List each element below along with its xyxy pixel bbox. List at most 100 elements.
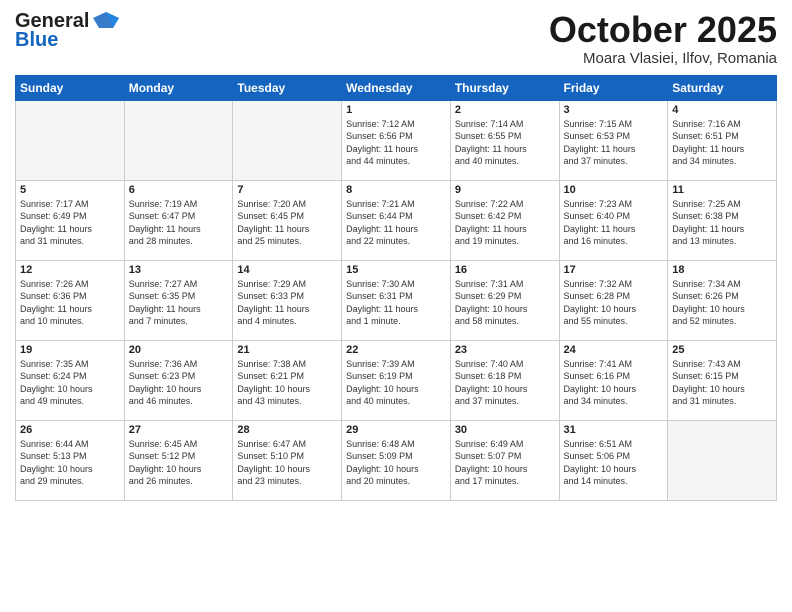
day-number: 13 <box>129 264 229 276</box>
day-info: Sunrise: 6:47 AM Sunset: 5:10 PM Dayligh… <box>237 438 337 488</box>
header-saturday: Saturday <box>668 75 777 100</box>
day-info: Sunrise: 7:16 AM Sunset: 6:51 PM Dayligh… <box>672 118 772 168</box>
day-number: 4 <box>672 104 772 116</box>
day-number: 23 <box>455 344 555 356</box>
day-info: Sunrise: 6:45 AM Sunset: 5:12 PM Dayligh… <box>129 438 229 488</box>
day-info: Sunrise: 7:35 AM Sunset: 6:24 PM Dayligh… <box>20 358 120 408</box>
day-number: 29 <box>346 424 446 436</box>
calendar-cell <box>233 100 342 180</box>
calendar-cell: 30Sunrise: 6:49 AM Sunset: 5:07 PM Dayli… <box>450 420 559 500</box>
day-number: 3 <box>564 104 664 116</box>
calendar-cell: 11 Sunrise: 7:25 AM Sunset: 6:38 PM Dayli… <box>668 180 777 260</box>
day-info: Sunrise: 7:34 AM Sunset: 6:26 PM Dayligh… <box>672 278 772 328</box>
calendar-cell: 22 Sunrise: 7:39 AM Sunset: 6:19 PM Dayli… <box>342 340 451 420</box>
logo-icon <box>91 10 121 32</box>
day-number: 8 <box>346 184 446 196</box>
day-info: Sunrise: 7:40 AM Sunset: 6:18 PM Dayligh… <box>455 358 555 408</box>
day-number: 25 <box>672 344 772 356</box>
day-info: Sunrise: 7:32 AM Sunset: 6:28 PM Dayligh… <box>564 278 664 328</box>
calendar-cell <box>16 100 125 180</box>
calendar-cell: 6 Sunrise: 7:19 AM Sunset: 6:47 PM Daylig… <box>124 180 233 260</box>
day-number: 31 <box>564 424 664 436</box>
calendar-cell: 10Sunrise: 7:23 AM Sunset: 6:40 PM Dayli… <box>559 180 668 260</box>
day-info: Sunrise: 7:41 AM Sunset: 6:16 PM Dayligh… <box>564 358 664 408</box>
day-info: Sunrise: 6:51 AM Sunset: 5:06 PM Dayligh… <box>564 438 664 488</box>
day-number: 1 <box>346 104 446 116</box>
month-title: October 2025 <box>549 10 777 50</box>
day-number: 12 <box>20 264 120 276</box>
week-row-4: 26 Sunrise: 6:44 AM Sunset: 5:13 PM Dayli… <box>16 420 777 500</box>
day-number: 17 <box>564 264 664 276</box>
day-number: 9 <box>455 184 555 196</box>
week-row-0: 1 Sunrise: 7:12 AM Sunset: 6:56 PM Daylig… <box>16 100 777 180</box>
day-number: 14 <box>237 264 337 276</box>
header-tuesday: Tuesday <box>233 75 342 100</box>
day-number: 18 <box>672 264 772 276</box>
calendar-cell: 26 Sunrise: 6:44 AM Sunset: 5:13 PM Dayli… <box>16 420 125 500</box>
calendar-cell: 8Sunrise: 7:21 AM Sunset: 6:44 PM Daylig… <box>342 180 451 260</box>
calendar-cell: 31 Sunrise: 6:51 AM Sunset: 5:06 PM Dayli… <box>559 420 668 500</box>
week-row-3: 19 Sunrise: 7:35 AM Sunset: 6:24 PM Dayli… <box>16 340 777 420</box>
calendar-cell: 15Sunrise: 7:30 AM Sunset: 6:31 PM Dayli… <box>342 260 451 340</box>
day-info: Sunrise: 7:20 AM Sunset: 6:45 PM Dayligh… <box>237 198 337 248</box>
calendar-cell: 21Sunrise: 7:38 AM Sunset: 6:21 PM Dayli… <box>233 340 342 420</box>
calendar-cell: 7 Sunrise: 7:20 AM Sunset: 6:45 PM Daylig… <box>233 180 342 260</box>
day-number: 11 <box>672 184 772 196</box>
day-info: Sunrise: 7:36 AM Sunset: 6:23 PM Dayligh… <box>129 358 229 408</box>
day-info: Sunrise: 7:43 AM Sunset: 6:15 PM Dayligh… <box>672 358 772 408</box>
day-number: 22 <box>346 344 446 356</box>
day-info: Sunrise: 7:19 AM Sunset: 6:47 PM Dayligh… <box>129 198 229 248</box>
day-number: 6 <box>129 184 229 196</box>
calendar-cell <box>668 420 777 500</box>
logo-blue: Blue <box>15 30 58 50</box>
day-number: 26 <box>20 424 120 436</box>
calendar-cell: 28 Sunrise: 6:47 AM Sunset: 5:10 PM Dayli… <box>233 420 342 500</box>
day-info: Sunrise: 7:26 AM Sunset: 6:36 PM Dayligh… <box>20 278 120 328</box>
calendar-cell: 29 Sunrise: 6:48 AM Sunset: 5:09 PM Dayli… <box>342 420 451 500</box>
day-number: 7 <box>237 184 337 196</box>
day-number: 28 <box>237 424 337 436</box>
day-info: Sunrise: 7:14 AM Sunset: 6:55 PM Dayligh… <box>455 118 555 168</box>
day-number: 21 <box>237 344 337 356</box>
day-info: Sunrise: 7:17 AM Sunset: 6:49 PM Dayligh… <box>20 198 120 248</box>
day-number: 15 <box>346 264 446 276</box>
day-info: Sunrise: 7:25 AM Sunset: 6:38 PM Dayligh… <box>672 198 772 248</box>
day-info: Sunrise: 7:15 AM Sunset: 6:53 PM Dayligh… <box>564 118 664 168</box>
day-info: Sunrise: 7:27 AM Sunset: 6:35 PM Dayligh… <box>129 278 229 328</box>
day-info: Sunrise: 6:48 AM Sunset: 5:09 PM Dayligh… <box>346 438 446 488</box>
calendar-cell: 18 Sunrise: 7:34 AM Sunset: 6:26 PM Dayli… <box>668 260 777 340</box>
day-number: 16 <box>455 264 555 276</box>
day-info: Sunrise: 7:31 AM Sunset: 6:29 PM Dayligh… <box>455 278 555 328</box>
header: General Blue October 2025 Moara Vlasiei,… <box>15 10 777 67</box>
calendar-cell: 9 Sunrise: 7:22 AM Sunset: 6:42 PM Daylig… <box>450 180 559 260</box>
calendar-cell: 13 Sunrise: 7:27 AM Sunset: 6:35 PM Dayli… <box>124 260 233 340</box>
day-number: 30 <box>455 424 555 436</box>
calendar-cell: 17 Sunrise: 7:32 AM Sunset: 6:28 PM Dayli… <box>559 260 668 340</box>
day-number: 19 <box>20 344 120 356</box>
header-friday: Friday <box>559 75 668 100</box>
calendar-cell: 3 Sunrise: 7:15 AM Sunset: 6:53 PM Daylig… <box>559 100 668 180</box>
calendar-cell: 2Sunrise: 7:14 AM Sunset: 6:55 PM Daylig… <box>450 100 559 180</box>
day-info: Sunrise: 7:12 AM Sunset: 6:56 PM Dayligh… <box>346 118 446 168</box>
day-number: 24 <box>564 344 664 356</box>
header-wednesday: Wednesday <box>342 75 451 100</box>
calendar-cell: 24 Sunrise: 7:41 AM Sunset: 6:16 PM Dayli… <box>559 340 668 420</box>
logo: General Blue <box>15 10 121 50</box>
day-info: Sunrise: 7:23 AM Sunset: 6:40 PM Dayligh… <box>564 198 664 248</box>
calendar-cell: 27 Sunrise: 6:45 AM Sunset: 5:12 PM Dayli… <box>124 420 233 500</box>
location: Moara Vlasiei, Ilfov, Romania <box>549 50 777 67</box>
day-info: Sunrise: 7:22 AM Sunset: 6:42 PM Dayligh… <box>455 198 555 248</box>
calendar-cell: 5Sunrise: 7:17 AM Sunset: 6:49 PM Daylig… <box>16 180 125 260</box>
day-info: Sunrise: 6:44 AM Sunset: 5:13 PM Dayligh… <box>20 438 120 488</box>
day-info: Sunrise: 7:39 AM Sunset: 6:19 PM Dayligh… <box>346 358 446 408</box>
week-row-1: 5Sunrise: 7:17 AM Sunset: 6:49 PM Daylig… <box>16 180 777 260</box>
week-row-2: 12 Sunrise: 7:26 AM Sunset: 6:36 PM Dayli… <box>16 260 777 340</box>
weekday-header-row: Sunday Monday Tuesday Wednesday Thursday… <box>16 75 777 100</box>
day-number: 27 <box>129 424 229 436</box>
calendar-cell: 1 Sunrise: 7:12 AM Sunset: 6:56 PM Daylig… <box>342 100 451 180</box>
calendar-cell: 14Sunrise: 7:29 AM Sunset: 6:33 PM Dayli… <box>233 260 342 340</box>
day-number: 20 <box>129 344 229 356</box>
title-block: October 2025 Moara Vlasiei, Ilfov, Roman… <box>549 10 777 67</box>
calendar-cell: 16 Sunrise: 7:31 AM Sunset: 6:29 PM Dayli… <box>450 260 559 340</box>
calendar-cell: 20 Sunrise: 7:36 AM Sunset: 6:23 PM Dayli… <box>124 340 233 420</box>
